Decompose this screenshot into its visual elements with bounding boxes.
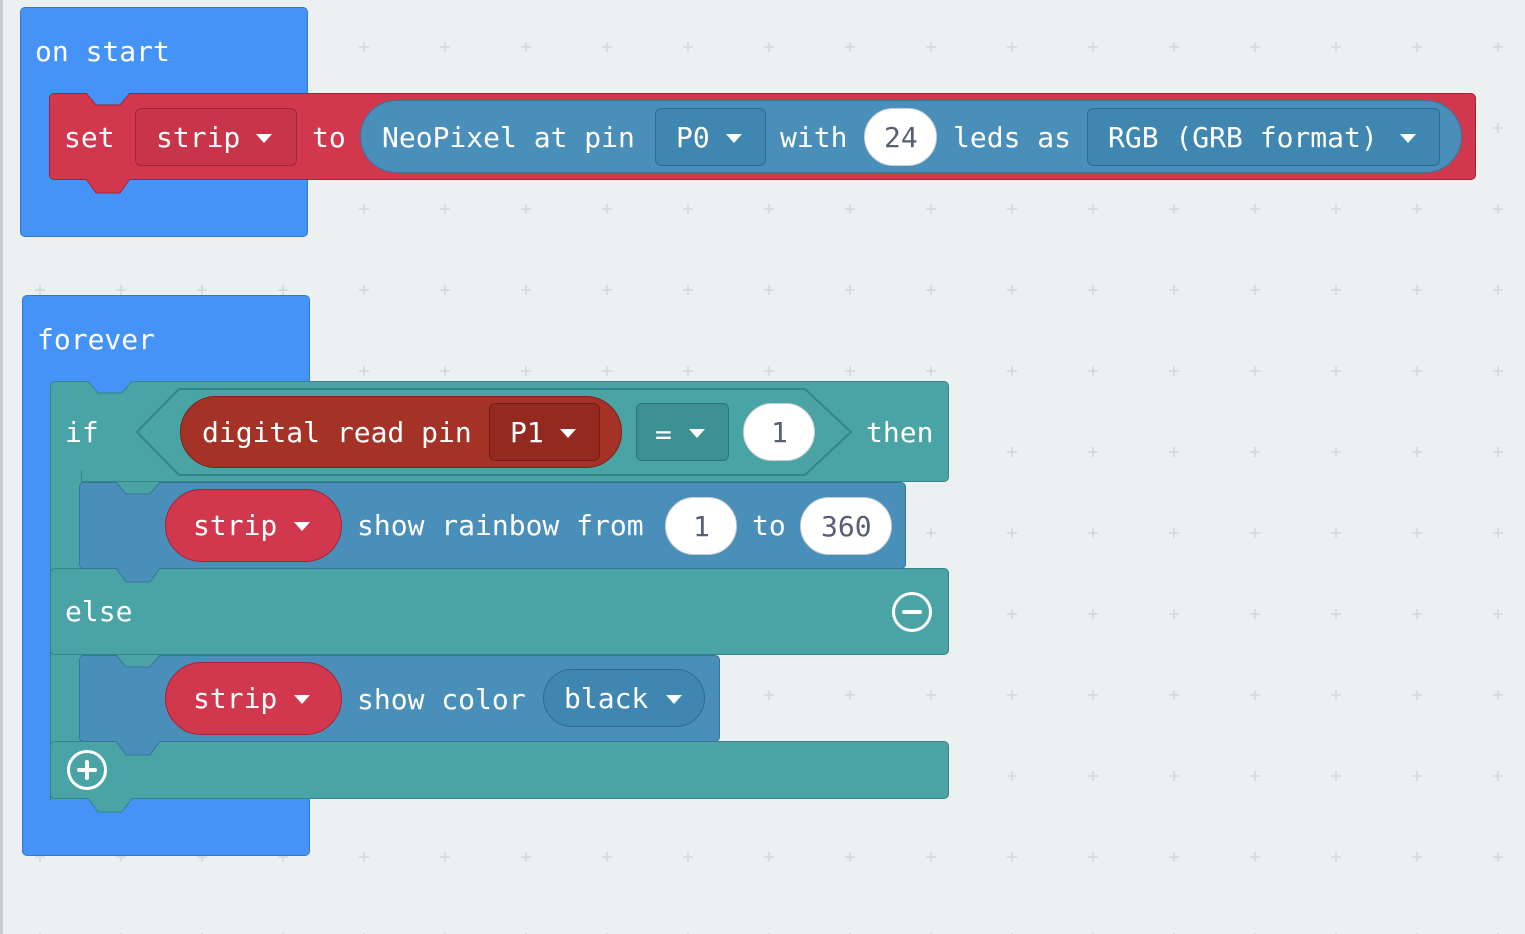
rainbow-from-value: 1	[693, 510, 710, 543]
leds-as-label: leds as	[953, 121, 1072, 154]
rainbow-to-label: to	[752, 509, 786, 542]
variable-dropdown[interactable]: strip	[135, 108, 297, 166]
block-tab	[80, 798, 140, 813]
pin-dropdown-label: P1	[510, 416, 544, 449]
block-notch	[80, 381, 140, 394]
else-row	[50, 568, 949, 655]
strip-variable-label: strip	[193, 509, 278, 542]
color-dropdown-label: black	[564, 682, 649, 715]
chevron-down-icon	[689, 429, 705, 438]
to-label: to	[312, 121, 346, 154]
block-tab	[108, 568, 168, 583]
set-label: set	[64, 121, 115, 154]
operator-label: =	[655, 418, 672, 451]
chevron-down-icon	[256, 134, 272, 143]
chevron-down-icon	[1400, 134, 1416, 143]
chevron-down-icon	[294, 695, 310, 704]
block-notch	[108, 482, 168, 495]
forever-label: forever	[37, 323, 156, 356]
digital-read-label: digital read pin	[202, 416, 472, 449]
if-label: if	[65, 416, 99, 449]
variable-dropdown-label: strip	[156, 121, 241, 154]
block-notch	[78, 93, 138, 106]
minus-circle-icon[interactable]	[892, 592, 932, 632]
rainbow-to-value: 360	[821, 510, 872, 543]
block-notch	[108, 655, 168, 668]
compare-value-input[interactable]: 1	[743, 403, 815, 461]
strip-variable-label: strip	[193, 682, 278, 715]
chevron-down-icon	[294, 522, 310, 531]
rainbow-to-input[interactable]: 360	[800, 497, 892, 555]
chevron-down-icon	[666, 695, 682, 704]
with-label: with	[780, 121, 848, 154]
led-count-value: 24	[884, 121, 918, 154]
neopixel-at-pin-label: NeoPixel at pin	[382, 121, 635, 154]
chevron-down-icon	[726, 134, 742, 143]
rainbow-from-input[interactable]: 1	[665, 497, 737, 555]
strip-variable-reporter[interactable]: strip	[165, 662, 342, 735]
strip-variable-reporter[interactable]: strip	[165, 489, 342, 562]
pin-dropdown[interactable]: P0	[655, 108, 766, 166]
show-color-label: show color	[357, 683, 526, 716]
pin-dropdown-label: P0	[676, 121, 710, 154]
if-block-footer	[50, 741, 949, 799]
operator-dropdown[interactable]: =	[636, 403, 729, 461]
mode-dropdown-label: RGB (GRB format)	[1108, 121, 1378, 154]
led-count-input[interactable]: 24	[864, 108, 937, 166]
show-rainbow-label: show rainbow from	[357, 509, 644, 542]
mode-dropdown[interactable]: RGB (GRB format)	[1087, 108, 1440, 166]
block-tab	[108, 741, 168, 756]
chevron-down-icon	[560, 429, 576, 438]
then-label: then	[866, 416, 934, 449]
compare-value: 1	[771, 416, 788, 449]
color-dropdown[interactable]: black	[543, 669, 705, 727]
pin-dropdown[interactable]: P1	[489, 403, 600, 461]
block-tab	[78, 179, 138, 194]
plus-circle-icon[interactable]	[67, 750, 107, 790]
on-start-label: on start	[35, 35, 170, 68]
else-label: else	[65, 595, 133, 628]
